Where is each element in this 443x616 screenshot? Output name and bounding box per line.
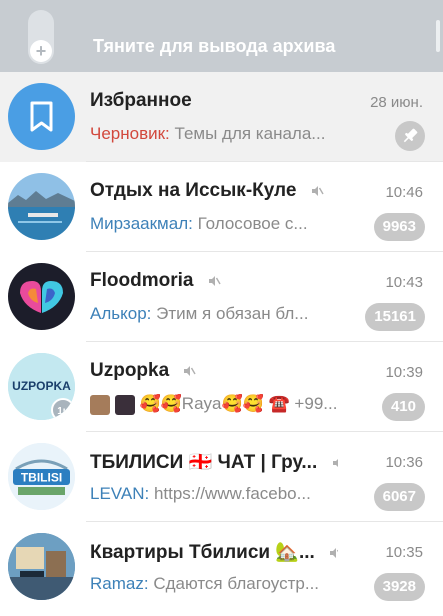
unread-badge: 15161 <box>365 303 425 331</box>
mute-icon <box>332 458 338 468</box>
chat-preview: Ramaz: Сдаются благоустр... <box>90 574 358 594</box>
archive-hint: Тяните для вывода архива <box>93 36 336 56</box>
chat-row-saved[interactable]: Избранное 28 июн. Черновик: Темы для кан… <box>0 72 443 162</box>
uzpopka-logo: UZPOPKA 1н <box>8 353 75 420</box>
tbilisi-logo: TBILISI <box>8 443 75 510</box>
preview-text: Этим я обязан бл... <box>156 304 309 323</box>
scrollbar[interactable] <box>436 20 440 52</box>
sender-name: Ramaz: <box>90 574 149 593</box>
sender-name: Мирзаакмал: <box>90 214 193 233</box>
chat-preview: 🥰🥰Raya🥰🥰 ☎️ +99... <box>90 394 358 415</box>
chat-row[interactable]: Квартиры Тбилиси 🏡... 10:35 Ramaz: Сдают… <box>0 522 443 612</box>
avatar <box>8 173 75 240</box>
svg-text:UZPOPKA: UZPOPKA <box>12 379 71 393</box>
chat-title: Floodmoria <box>90 270 338 292</box>
chat-time: 28 июн. <box>370 94 423 111</box>
avatar <box>8 533 75 600</box>
heart-hands-logo <box>20 281 63 313</box>
chat-title: Uzpopka <box>90 360 338 382</box>
svg-text:TBILISI: TBILISI <box>21 471 62 485</box>
unread-badge: 6067 <box>373 483 425 511</box>
draft-label: Черновик: <box>90 124 170 143</box>
avatar: UZPOPKA 1н <box>8 353 75 420</box>
preview-text: Темы для канала... <box>174 124 326 143</box>
chat-time: 10:43 <box>385 274 423 291</box>
chat-preview: LEVAN: https://www.facebo... <box>90 484 358 504</box>
chat-time: 10:39 <box>385 364 423 381</box>
media-thumb-icon <box>114 394 135 415</box>
mute-icon <box>330 547 338 558</box>
pin-icon <box>395 121 425 151</box>
preview-text: https://www.facebo... <box>153 484 311 503</box>
bookmark-icon <box>30 101 53 132</box>
unread-badge: 9963 <box>373 213 425 241</box>
archive-pull-bar[interactable]: + Тяните для вывода архива <box>0 0 443 72</box>
unread-badge: 410 <box>381 393 425 421</box>
chat-row[interactable]: Отдых на Иссык-Куле 10:46 Мирзаакмал: Го… <box>0 162 443 252</box>
chat-preview: Мирзаакмал: Голосовое с... <box>90 214 358 234</box>
mute-icon <box>311 185 324 196</box>
unread-badge: 3928 <box>373 573 425 601</box>
chat-time: 10:35 <box>385 544 423 561</box>
chat-preview: Черновик: Темы для канала... <box>90 124 358 144</box>
chat-row[interactable]: Floodmoria 10:43 Алькор: Этим я обязан б… <box>0 252 443 342</box>
apartment-photo <box>8 533 75 600</box>
chat-title: Избранное <box>90 90 192 111</box>
chat-row[interactable]: UZPOPKA 1н Uzpopka 10:39 🥰🥰Raya🥰🥰 ☎️ +99… <box>0 342 443 432</box>
sender-name: Алькор: <box>90 304 152 323</box>
lake-photo <box>8 173 75 240</box>
chat-title: Квартиры Тбилиси 🏡... <box>90 540 338 564</box>
svg-text:1н: 1н <box>57 406 69 417</box>
sender-name: LEVAN: <box>90 484 150 503</box>
avatar <box>8 83 75 150</box>
chat-preview: Алькор: Этим я обязан бл... <box>90 304 358 324</box>
media-thumb-icon <box>90 394 110 415</box>
chat-title: Отдых на Иссык-Куле <box>90 180 338 202</box>
plus-icon: + <box>30 40 52 62</box>
preview-text: 🥰🥰Raya🥰🥰 ☎️ +99... <box>139 394 338 413</box>
preview-text: Голосовое с... <box>197 214 308 233</box>
chat-time: 10:46 <box>385 184 423 201</box>
chat-row[interactable]: TBILISI ТБИЛИСИ 🇬🇪 ЧАТ | Гру... 10:36 LE… <box>0 432 443 522</box>
avatar <box>8 263 75 330</box>
avatar: TBILISI <box>8 443 75 510</box>
chat-list: Избранное 28 июн. Черновик: Темы для кан… <box>0 72 443 612</box>
mute-icon <box>184 365 197 376</box>
chat-title: ТБИЛИСИ 🇬🇪 ЧАТ | Гру... <box>90 450 338 474</box>
chat-time: 10:36 <box>385 454 423 471</box>
preview-text: Сдаются благоустр... <box>153 574 320 593</box>
mute-icon <box>208 275 221 286</box>
